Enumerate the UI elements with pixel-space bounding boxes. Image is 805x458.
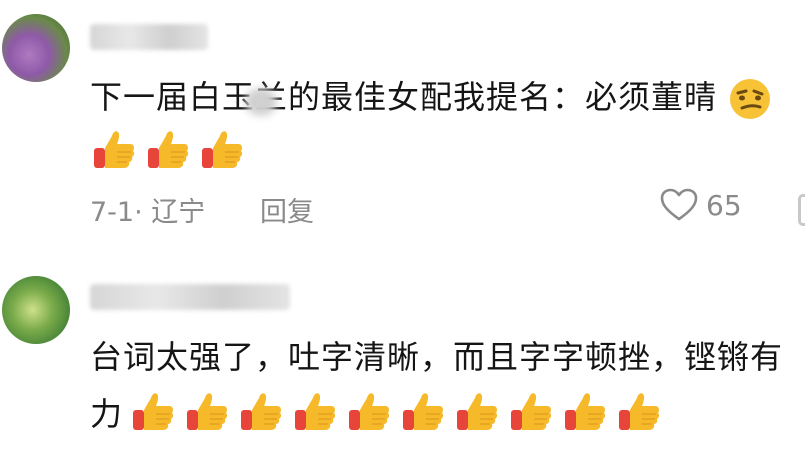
comment-text: 台词太强了，吐字清晰，而且字字顿挫，铿锵有 bbox=[90, 338, 784, 376]
thumbs-up-icon bbox=[565, 393, 606, 430]
thumbs-up-icon bbox=[619, 393, 660, 430]
smirk-face-icon bbox=[730, 79, 771, 119]
blur-mask bbox=[245, 88, 277, 116]
comment-item: 台词太强了，吐字清晰，而且字字顿挫，铿锵有 力 bbox=[0, 240, 805, 458]
comment-text: 下一届白玉兰的最佳女配我提名：必须董晴 bbox=[90, 72, 772, 121]
thumbs-up-icon bbox=[511, 393, 552, 430]
like-count: 65 bbox=[706, 188, 742, 222]
thumbs-up-icon bbox=[349, 393, 390, 430]
thumbs-up-icon bbox=[133, 393, 174, 430]
thumbs-up-icon bbox=[403, 393, 444, 430]
avatar[interactable] bbox=[2, 276, 70, 344]
date-location: 7-1· 辽宁 bbox=[90, 197, 206, 228]
thumbs-up-icon bbox=[187, 393, 228, 430]
like-button[interactable]: 65 bbox=[660, 188, 742, 222]
avatar[interactable] bbox=[2, 14, 70, 82]
thumbs-up-icon bbox=[148, 131, 189, 168]
thumbs-up-icon bbox=[295, 393, 336, 430]
edge-icon-partial bbox=[798, 194, 805, 226]
heart-outline-icon bbox=[660, 188, 698, 221]
thumbs-up-icon bbox=[94, 131, 135, 168]
thumbs-up-icon bbox=[202, 131, 243, 168]
thumbs-row bbox=[90, 126, 246, 174]
thumbs-row: 力 bbox=[90, 388, 663, 436]
username-blurred[interactable] bbox=[90, 24, 208, 50]
comment-item: 下一届白玉兰的最佳女配我提名：必须董晴 7-1· 辽宁 回复 65 bbox=[0, 0, 805, 240]
username-blurred[interactable] bbox=[90, 284, 290, 310]
reply-button[interactable]: 回复 bbox=[260, 190, 314, 229]
thumbs-up-icon bbox=[457, 393, 498, 430]
thumbs-up-icon bbox=[241, 393, 282, 430]
comment-text-line2: 力 bbox=[90, 395, 124, 433]
